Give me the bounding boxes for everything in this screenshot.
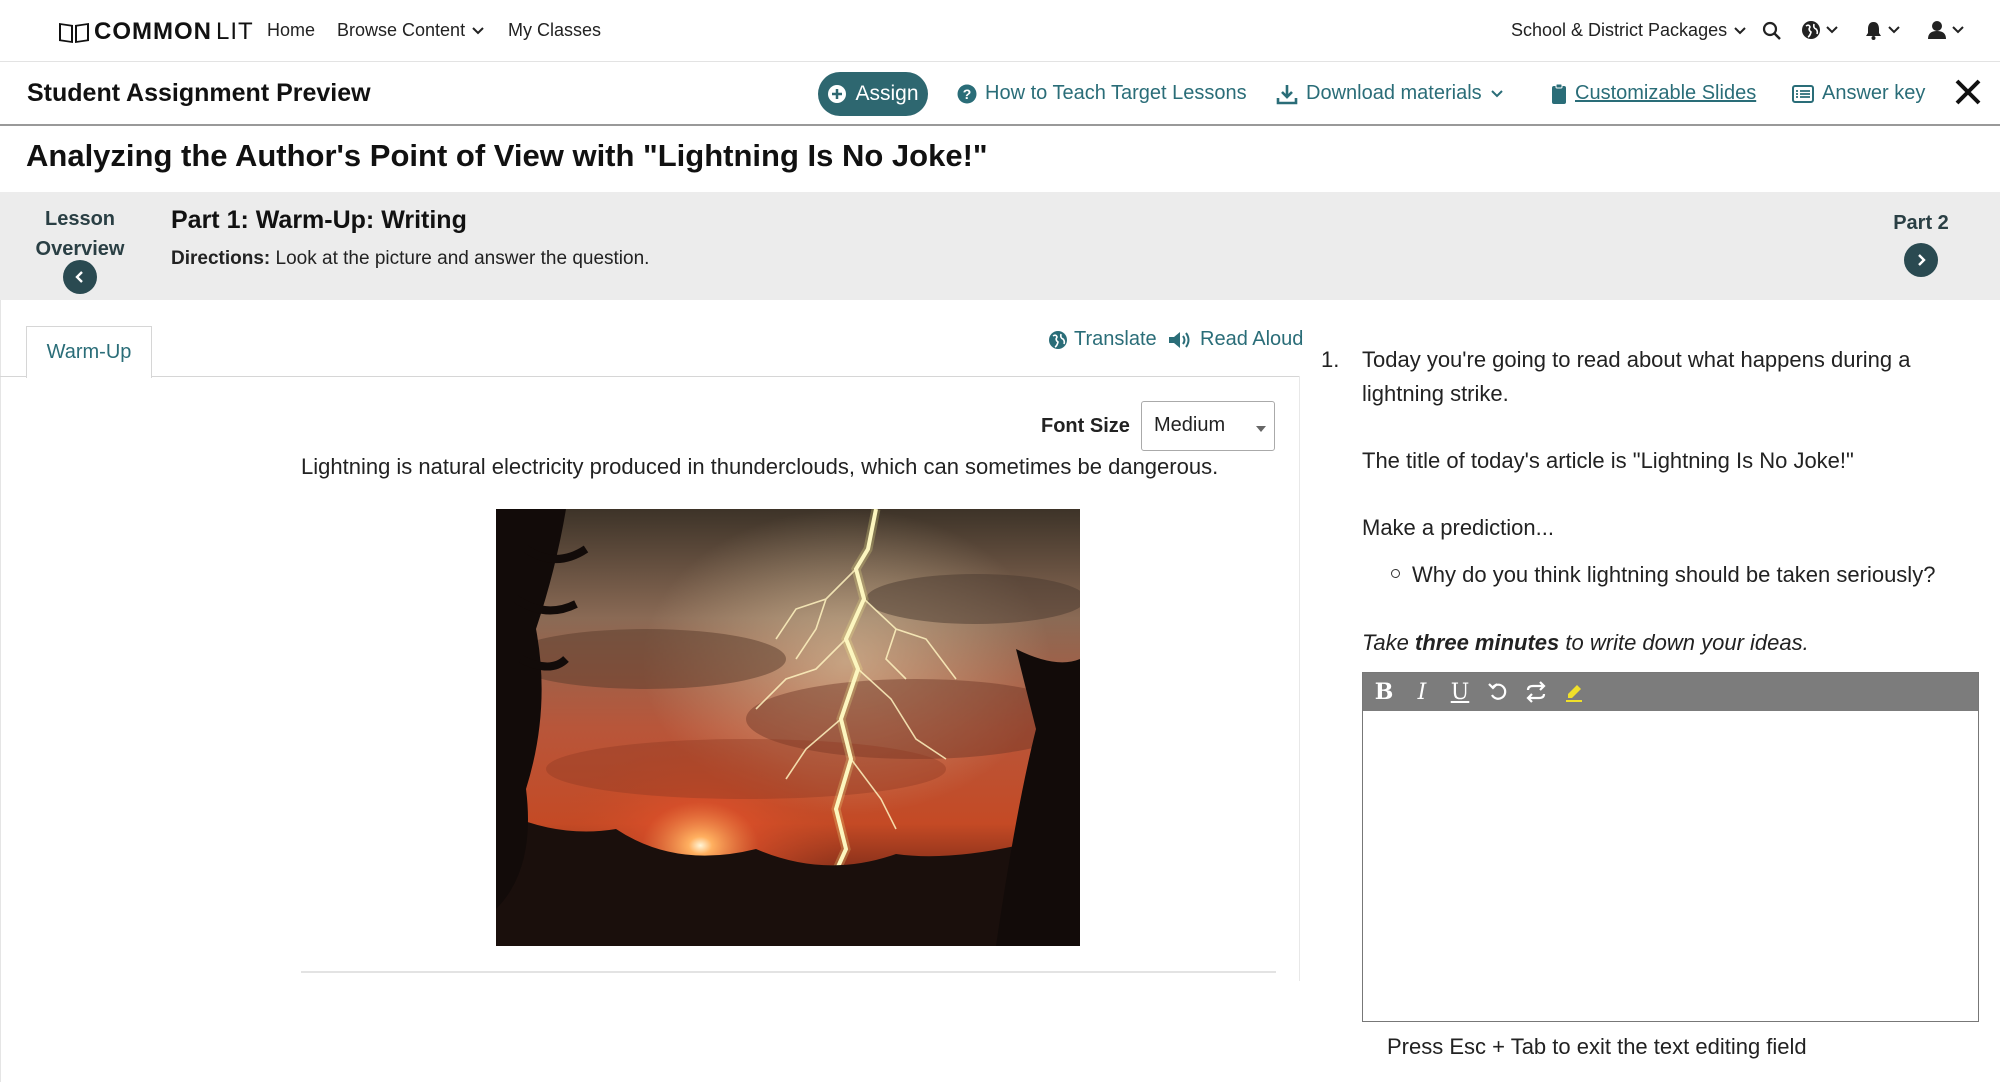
lesson-title: Analyzing the Author's Point of View wit…	[26, 138, 988, 173]
next-part-label: Part 2	[1893, 212, 1949, 234]
read-aloud-label: Read Aloud	[1200, 328, 1304, 350]
svg-text:?: ?	[963, 86, 972, 102]
question-prediction: Make a prediction...	[1362, 515, 1554, 540]
pane-vertical-divider	[1299, 376, 1300, 981]
chevron-down-icon	[1888, 26, 1900, 34]
plus-circle-icon	[828, 85, 847, 103]
question-instructions: Take three minutes to write down your id…	[1362, 626, 1809, 660]
top-nav: COMMON LIT Home Browse Content My Classes…	[0, 0, 2000, 62]
instr-post: to write down your ideas.	[1559, 630, 1809, 655]
tab-warm-up[interactable]: Warm-Up	[26, 326, 152, 378]
nav-home-label: Home	[267, 20, 316, 40]
clipboard-icon	[1552, 83, 1566, 104]
left-pane-border	[0, 300, 1, 1082]
assign-button[interactable]: Assign	[818, 72, 928, 116]
font-size-value: Medium	[1154, 414, 1226, 436]
chevron-down-icon	[1490, 89, 1503, 97]
logo-text-bold: COMMON	[94, 18, 212, 45]
editor-toolbar: B I U	[1363, 673, 1978, 711]
select-caret-icon	[1256, 426, 1266, 432]
font-size-label: Font Size	[1041, 415, 1130, 437]
bullet-marker	[1391, 569, 1400, 578]
instr-pre: Take	[1362, 630, 1416, 655]
how-to-teach-link[interactable]: ? How to Teach Target Lessons	[957, 82, 1247, 105]
question-line-2: lightning strike.	[1362, 381, 1509, 406]
lightning-image	[496, 509, 1080, 946]
user-icon	[1928, 21, 1946, 39]
nav-home[interactable]: Home	[267, 20, 315, 41]
globe-icon	[1049, 330, 1067, 349]
question-bullet: Why do you think lightning should be tak…	[1412, 562, 1936, 587]
nav-packages[interactable]: School & District Packages	[1511, 20, 1747, 41]
preview-header: Student Assignment Preview Assign ? How …	[0, 62, 2000, 126]
editor-exit-hint: Press Esc + Tab to exit the text editing…	[1387, 1034, 1807, 1059]
chevron-down-icon	[1952, 26, 1964, 34]
book-icon	[59, 23, 89, 43]
list-icon	[1792, 84, 1814, 103]
highlight-icon[interactable]	[1561, 679, 1587, 705]
commonlit-logo[interactable]: COMMON LIT	[58, 18, 254, 46]
instr-bold: three minutes	[1415, 630, 1560, 655]
nav-browse-content[interactable]: Browse Content	[337, 20, 485, 41]
chevron-down-icon	[472, 26, 484, 34]
nav-classes-label: My Classes	[508, 20, 602, 40]
answer-key-label: Answer key	[1822, 82, 1926, 104]
close-icon[interactable]	[1953, 77, 1983, 107]
chevron-down-icon	[1826, 26, 1838, 34]
logo-text-light: LIT	[215, 18, 254, 45]
notifications-menu[interactable]	[1864, 20, 1901, 40]
chevron-left-icon	[75, 271, 83, 283]
translate-label: Translate	[1074, 328, 1157, 350]
question-circle-icon: ?	[957, 84, 977, 103]
answer-key-link[interactable]: Answer key	[1792, 82, 1925, 105]
part-directions: Directions: Look at the picture and answ…	[171, 248, 649, 270]
next-part-button[interactable]	[1904, 243, 1938, 277]
slides-label: Customizable Slides	[1575, 82, 1757, 104]
how-to-teach-label: How to Teach Target Lessons	[985, 82, 1247, 104]
redo-icon[interactable]	[1523, 679, 1549, 705]
part-title: Part 1: Warm-Up: Writing	[171, 206, 467, 234]
image-caption: Lightning is natural electricity produce…	[301, 454, 1219, 479]
globe-icon	[1802, 21, 1820, 39]
question-number: 1.	[1321, 347, 1340, 372]
question-line-1: Today you're going to read about what ha…	[1362, 347, 1911, 372]
language-menu[interactable]	[1801, 20, 1839, 40]
bell-icon	[1866, 22, 1881, 40]
nav-browse-label: Browse Content	[337, 20, 466, 40]
previous-part-button[interactable]	[63, 260, 97, 294]
nav-my-classes[interactable]: My Classes	[508, 20, 601, 41]
lightning-photo	[496, 509, 1080, 946]
directions-text: Look at the picture and answer the quest…	[270, 248, 650, 269]
chevron-right-icon	[1918, 254, 1926, 266]
bold-icon[interactable]: B	[1371, 679, 1397, 705]
directions-label: Directions:	[171, 248, 271, 269]
chevron-down-icon	[1734, 26, 1746, 34]
nav-packages-label: School & District Packages	[1511, 20, 1728, 40]
speaker-icon	[1169, 331, 1190, 348]
underline-icon[interactable]: U	[1447, 679, 1473, 705]
assign-label: Assign	[855, 82, 919, 105]
download-label: Download materials	[1306, 82, 1482, 104]
customizable-slides-link[interactable]: Customizable Slides	[1551, 82, 1756, 105]
download-icon	[1276, 84, 1298, 104]
part-navigation-bar: Lesson Overview Part 1: Warm-Up: Writing…	[0, 192, 2000, 300]
translate-button[interactable]: Translate	[1048, 328, 1157, 351]
search-icon[interactable]	[1762, 21, 1782, 41]
pane-bottom-divider	[301, 971, 1276, 973]
answer-editor[interactable]: B I U	[1362, 672, 1979, 1022]
tab-divider	[0, 376, 1300, 377]
question-article-title: The title of today's article is "Lightni…	[1362, 448, 1854, 473]
read-aloud-button[interactable]: Read Aloud	[1168, 328, 1303, 351]
font-size-select[interactable]: Medium	[1141, 401, 1275, 451]
user-menu[interactable]	[1927, 20, 1965, 40]
download-materials-menu[interactable]: Download materials	[1276, 82, 1504, 105]
italic-icon[interactable]: I	[1409, 679, 1435, 705]
page-title: Student Assignment Preview	[27, 79, 371, 107]
lesson-overview-label: Lesson Overview	[35, 208, 125, 260]
undo-icon[interactable]	[1485, 679, 1511, 705]
